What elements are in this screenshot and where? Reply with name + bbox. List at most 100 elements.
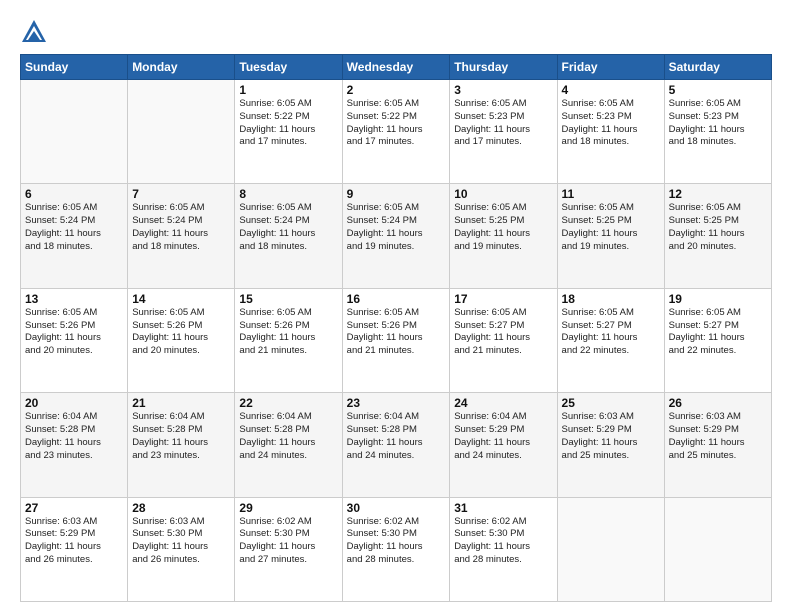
- calendar-week-4: 20Sunrise: 6:04 AM Sunset: 5:28 PM Dayli…: [21, 393, 772, 497]
- calendar-cell: 15Sunrise: 6:05 AM Sunset: 5:26 PM Dayli…: [235, 288, 342, 392]
- day-number: 17: [454, 292, 552, 306]
- day-info: Sunrise: 6:03 AM Sunset: 5:29 PM Dayligh…: [669, 411, 767, 462]
- calendar-cell: 29Sunrise: 6:02 AM Sunset: 5:30 PM Dayli…: [235, 497, 342, 601]
- day-info: Sunrise: 6:04 AM Sunset: 5:28 PM Dayligh…: [347, 411, 446, 462]
- weekday-header-saturday: Saturday: [664, 55, 771, 80]
- day-info: Sunrise: 6:05 AM Sunset: 5:26 PM Dayligh…: [132, 307, 230, 358]
- calendar-cell: 4Sunrise: 6:05 AM Sunset: 5:23 PM Daylig…: [557, 80, 664, 184]
- weekday-header-thursday: Thursday: [450, 55, 557, 80]
- weekday-header-tuesday: Tuesday: [235, 55, 342, 80]
- day-info: Sunrise: 6:05 AM Sunset: 5:23 PM Dayligh…: [669, 98, 767, 149]
- day-number: 31: [454, 501, 552, 515]
- day-info: Sunrise: 6:02 AM Sunset: 5:30 PM Dayligh…: [454, 516, 552, 567]
- day-number: 8: [239, 187, 337, 201]
- day-number: 27: [25, 501, 123, 515]
- calendar-cell: 19Sunrise: 6:05 AM Sunset: 5:27 PM Dayli…: [664, 288, 771, 392]
- calendar-cell: 9Sunrise: 6:05 AM Sunset: 5:24 PM Daylig…: [342, 184, 450, 288]
- day-number: 18: [562, 292, 660, 306]
- day-number: 25: [562, 396, 660, 410]
- calendar-week-3: 13Sunrise: 6:05 AM Sunset: 5:26 PM Dayli…: [21, 288, 772, 392]
- day-info: Sunrise: 6:05 AM Sunset: 5:26 PM Dayligh…: [347, 307, 446, 358]
- weekday-header-wednesday: Wednesday: [342, 55, 450, 80]
- calendar-cell: 3Sunrise: 6:05 AM Sunset: 5:23 PM Daylig…: [450, 80, 557, 184]
- day-number: 23: [347, 396, 446, 410]
- day-info: Sunrise: 6:05 AM Sunset: 5:27 PM Dayligh…: [562, 307, 660, 358]
- calendar-cell: 30Sunrise: 6:02 AM Sunset: 5:30 PM Dayli…: [342, 497, 450, 601]
- day-info: Sunrise: 6:05 AM Sunset: 5:26 PM Dayligh…: [25, 307, 123, 358]
- calendar-cell: [21, 80, 128, 184]
- calendar-cell: 11Sunrise: 6:05 AM Sunset: 5:25 PM Dayli…: [557, 184, 664, 288]
- calendar-cell: 16Sunrise: 6:05 AM Sunset: 5:26 PM Dayli…: [342, 288, 450, 392]
- day-number: 24: [454, 396, 552, 410]
- day-number: 4: [562, 83, 660, 97]
- calendar-cell: 5Sunrise: 6:05 AM Sunset: 5:23 PM Daylig…: [664, 80, 771, 184]
- day-number: 10: [454, 187, 552, 201]
- day-number: 5: [669, 83, 767, 97]
- calendar-cell: 13Sunrise: 6:05 AM Sunset: 5:26 PM Dayli…: [21, 288, 128, 392]
- day-number: 12: [669, 187, 767, 201]
- day-info: Sunrise: 6:05 AM Sunset: 5:24 PM Dayligh…: [347, 202, 446, 253]
- calendar-cell: 14Sunrise: 6:05 AM Sunset: 5:26 PM Dayli…: [128, 288, 235, 392]
- day-info: Sunrise: 6:05 AM Sunset: 5:25 PM Dayligh…: [562, 202, 660, 253]
- weekday-header-sunday: Sunday: [21, 55, 128, 80]
- day-info: Sunrise: 6:05 AM Sunset: 5:24 PM Dayligh…: [132, 202, 230, 253]
- weekday-header-friday: Friday: [557, 55, 664, 80]
- calendar-cell: 25Sunrise: 6:03 AM Sunset: 5:29 PM Dayli…: [557, 393, 664, 497]
- day-info: Sunrise: 6:03 AM Sunset: 5:29 PM Dayligh…: [562, 411, 660, 462]
- calendar-cell: [664, 497, 771, 601]
- day-number: 6: [25, 187, 123, 201]
- calendar-cell: 24Sunrise: 6:04 AM Sunset: 5:29 PM Dayli…: [450, 393, 557, 497]
- calendar-cell: 6Sunrise: 6:05 AM Sunset: 5:24 PM Daylig…: [21, 184, 128, 288]
- day-info: Sunrise: 6:05 AM Sunset: 5:25 PM Dayligh…: [669, 202, 767, 253]
- calendar-cell: 26Sunrise: 6:03 AM Sunset: 5:29 PM Dayli…: [664, 393, 771, 497]
- day-number: 7: [132, 187, 230, 201]
- calendar-table: SundayMondayTuesdayWednesdayThursdayFrid…: [20, 54, 772, 602]
- day-number: 19: [669, 292, 767, 306]
- day-info: Sunrise: 6:05 AM Sunset: 5:24 PM Dayligh…: [25, 202, 123, 253]
- day-info: Sunrise: 6:04 AM Sunset: 5:28 PM Dayligh…: [25, 411, 123, 462]
- logo-icon: [20, 18, 48, 46]
- logo: [20, 18, 52, 46]
- day-info: Sunrise: 6:05 AM Sunset: 5:24 PM Dayligh…: [239, 202, 337, 253]
- day-number: 13: [25, 292, 123, 306]
- day-number: 14: [132, 292, 230, 306]
- day-info: Sunrise: 6:02 AM Sunset: 5:30 PM Dayligh…: [239, 516, 337, 567]
- day-info: Sunrise: 6:03 AM Sunset: 5:29 PM Dayligh…: [25, 516, 123, 567]
- day-number: 28: [132, 501, 230, 515]
- day-number: 9: [347, 187, 446, 201]
- day-number: 2: [347, 83, 446, 97]
- calendar-cell: 23Sunrise: 6:04 AM Sunset: 5:28 PM Dayli…: [342, 393, 450, 497]
- calendar-cell: 20Sunrise: 6:04 AM Sunset: 5:28 PM Dayli…: [21, 393, 128, 497]
- calendar-cell: 8Sunrise: 6:05 AM Sunset: 5:24 PM Daylig…: [235, 184, 342, 288]
- calendar-cell: 27Sunrise: 6:03 AM Sunset: 5:29 PM Dayli…: [21, 497, 128, 601]
- header: [20, 18, 772, 46]
- day-info: Sunrise: 6:05 AM Sunset: 5:25 PM Dayligh…: [454, 202, 552, 253]
- day-info: Sunrise: 6:04 AM Sunset: 5:28 PM Dayligh…: [132, 411, 230, 462]
- day-number: 3: [454, 83, 552, 97]
- day-info: Sunrise: 6:05 AM Sunset: 5:23 PM Dayligh…: [454, 98, 552, 149]
- calendar-cell: 1Sunrise: 6:05 AM Sunset: 5:22 PM Daylig…: [235, 80, 342, 184]
- calendar-week-1: 1Sunrise: 6:05 AM Sunset: 5:22 PM Daylig…: [21, 80, 772, 184]
- day-number: 20: [25, 396, 123, 410]
- calendar-cell: 31Sunrise: 6:02 AM Sunset: 5:30 PM Dayli…: [450, 497, 557, 601]
- page: SundayMondayTuesdayWednesdayThursdayFrid…: [0, 0, 792, 612]
- calendar-week-2: 6Sunrise: 6:05 AM Sunset: 5:24 PM Daylig…: [21, 184, 772, 288]
- day-info: Sunrise: 6:05 AM Sunset: 5:22 PM Dayligh…: [239, 98, 337, 149]
- day-number: 1: [239, 83, 337, 97]
- day-info: Sunrise: 6:04 AM Sunset: 5:29 PM Dayligh…: [454, 411, 552, 462]
- calendar-cell: 18Sunrise: 6:05 AM Sunset: 5:27 PM Dayli…: [557, 288, 664, 392]
- day-info: Sunrise: 6:02 AM Sunset: 5:30 PM Dayligh…: [347, 516, 446, 567]
- day-info: Sunrise: 6:04 AM Sunset: 5:28 PM Dayligh…: [239, 411, 337, 462]
- calendar-cell: [128, 80, 235, 184]
- calendar-cell: 21Sunrise: 6:04 AM Sunset: 5:28 PM Dayli…: [128, 393, 235, 497]
- calendar-week-5: 27Sunrise: 6:03 AM Sunset: 5:29 PM Dayli…: [21, 497, 772, 601]
- calendar-cell: 22Sunrise: 6:04 AM Sunset: 5:28 PM Dayli…: [235, 393, 342, 497]
- day-info: Sunrise: 6:05 AM Sunset: 5:26 PM Dayligh…: [239, 307, 337, 358]
- day-number: 16: [347, 292, 446, 306]
- calendar-cell: 17Sunrise: 6:05 AM Sunset: 5:27 PM Dayli…: [450, 288, 557, 392]
- day-number: 15: [239, 292, 337, 306]
- day-info: Sunrise: 6:05 AM Sunset: 5:23 PM Dayligh…: [562, 98, 660, 149]
- calendar-cell: 7Sunrise: 6:05 AM Sunset: 5:24 PM Daylig…: [128, 184, 235, 288]
- day-number: 11: [562, 187, 660, 201]
- day-number: 21: [132, 396, 230, 410]
